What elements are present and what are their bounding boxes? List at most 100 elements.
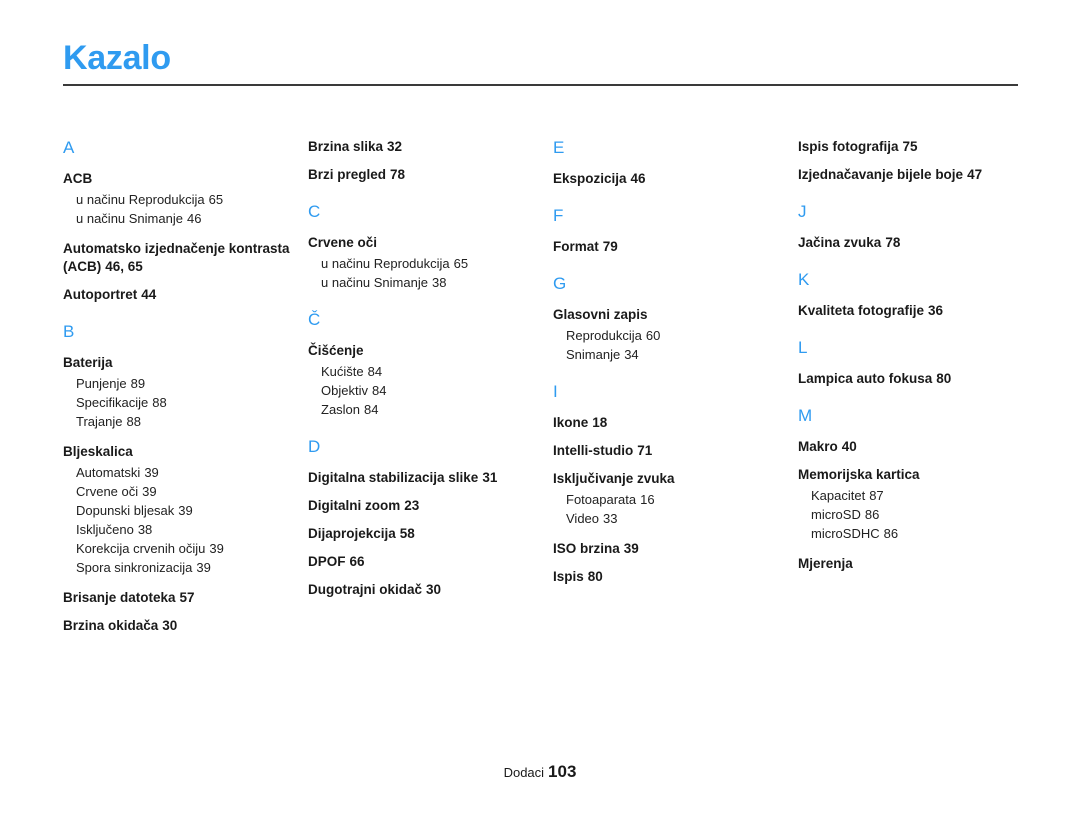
index-subentry[interactable]: Trajanje 88 [76, 412, 308, 431]
index-subentry-pages: 84 [367, 364, 383, 379]
page-footer: Dodaci 103 [0, 762, 1080, 782]
index-entry[interactable]: Brzi pregled 78 [308, 166, 553, 184]
index-entry[interactable]: Brzina slika 32 [308, 138, 553, 156]
index-entry-label: Izjednačavanje bijele boje [798, 167, 964, 182]
index-subentry[interactable]: Reprodukcija 60 [566, 326, 798, 345]
index-entry-label: Lampica auto fokusa [798, 371, 933, 386]
letter-heading: E [553, 138, 565, 157]
index-subentry[interactable]: u načinu Reprodukcija 65 [76, 190, 308, 209]
index-entry[interactable]: Makro 40 [798, 438, 1043, 456]
index-entry[interactable]: Mjerenja [798, 555, 1043, 573]
index-subentry[interactable]: Objektiv 84 [321, 381, 553, 400]
index-entry[interactable]: Izjednačavanje bijele boje 47 [798, 166, 1043, 184]
index-entry-label: Ispis fotografija [798, 139, 899, 154]
index-entry[interactable]: Brzina okidača 30 [63, 617, 308, 635]
index-subentry[interactable]: Spora sinkronizacija 39 [76, 558, 308, 577]
footer-section-label: Dodaci [503, 765, 545, 780]
index-entry[interactable]: DPOF 66 [308, 553, 553, 571]
index-entry-term: Dijaprojekcija 58 [308, 525, 553, 543]
index-entry[interactable]: Dugotrajni okidač 30 [308, 581, 553, 599]
index-entry[interactable]: Format 79 [553, 238, 798, 256]
index-entry[interactable]: Baterija Punjenje 89 Specifikacije 88 Trajanj… [63, 354, 308, 431]
index-subentry[interactable]: Automatski 39 [76, 463, 308, 482]
index-entry[interactable]: Ekspozicija 46 [553, 170, 798, 188]
index-entry[interactable]: Brisanje datoteka 57 [63, 589, 308, 607]
index-subentry-list: Punjenje 89 Specifikacije 88 Trajanje 88 [63, 374, 308, 431]
index-entry-term: Lampica auto fokusa 80 [798, 370, 1043, 388]
index-entry-term: Automatsko izjednačenje kontrasta (ACB) 4… [63, 240, 308, 276]
index-subentry[interactable]: u načinu Snimanje 38 [321, 273, 553, 292]
index-subentry-list: Fotoaparata 16 Video 33 [553, 490, 798, 528]
index-column: E Ekspozicija 46 F Format 79 G Glasovni zapis Re… [553, 138, 798, 596]
index-entry[interactable]: Bljeskalica Automatski 39 Crvene oči 39 Dopun… [63, 443, 308, 577]
index-subentry-pages: 88 [152, 395, 167, 410]
index-entry-term: Ikone 18 [553, 414, 798, 432]
index-subentry[interactable]: u načinu Reprodukcija 65 [321, 254, 553, 273]
index-entry-label: Jačina zvuka [798, 235, 882, 250]
index-entry-pages: 57 [179, 590, 195, 605]
index-subentry[interactable]: Isključeno 38 [76, 520, 308, 539]
index-subentry[interactable]: Video 33 [566, 509, 798, 528]
index-entry[interactable]: ACB u načinu Reprodukcija 65 u načinu Snima… [63, 170, 308, 228]
index-entry[interactable]: Digitalni zoom 23 [308, 497, 553, 515]
letter-group: C Crvene oči u načinu Reprodukcija 65 u nači… [308, 202, 553, 292]
index-entry-pages: 71 [637, 443, 653, 458]
index-entry[interactable]: Memorijska kartica Kapacitet 87 microSD 86 mi… [798, 466, 1043, 543]
index-subentry[interactable]: Zaslon 84 [321, 400, 553, 419]
index-subentry[interactable]: Punjenje 89 [76, 374, 308, 393]
index-entry[interactable]: Automatsko izjednačenje kontrasta (ACB) 4… [63, 240, 308, 276]
index-entry-term: ACB [63, 170, 308, 188]
index-subentry-pages: 86 [864, 507, 880, 522]
index-entry-term: Ispis fotografija 75 [798, 138, 1043, 156]
index-entry[interactable]: Intelli-studio 71 [553, 442, 798, 460]
index-entry[interactable]: Kvaliteta fotografije 36 [798, 302, 1043, 320]
letter-heading: Č [308, 310, 321, 329]
index-subentry[interactable]: Snimanje 34 [566, 345, 798, 364]
index-subentry-label: Snimanje [566, 347, 621, 362]
index-entry-pages: 30 [426, 582, 442, 597]
index-entry[interactable]: Čišćenje Kućište 84 Objektiv 84 Zaslon 84 [308, 342, 553, 419]
index-entry[interactable]: Crvene oči u načinu Reprodukcija 65 u način… [308, 234, 553, 292]
index-entry-term: Autoportret 44 [63, 286, 308, 304]
index-entry[interactable]: ISO brzina 39 [553, 540, 798, 558]
index-entry[interactable]: Ispis fotografija 75 [798, 138, 1043, 156]
index-entry[interactable]: Ispis 80 [553, 568, 798, 586]
index-entry-term: Digitalni zoom 23 [308, 497, 553, 515]
index-entry[interactable]: Isključivanje zvuka Fotoaparata 16 Video 33 [553, 470, 798, 528]
index-entry-label: Mjerenja [798, 556, 853, 571]
index-subentry[interactable]: Crvene oči 39 [76, 482, 308, 501]
index-entry[interactable]: Glasovni zapis Reprodukcija 60 Snimanje 34 [553, 306, 798, 364]
index-subentry[interactable]: Specifikacije 88 [76, 393, 308, 412]
index-subentry-pages: 89 [130, 376, 146, 391]
index-entry-term: Crvene oči [308, 234, 553, 252]
index-entry-label: Ispis [553, 569, 584, 584]
letter-heading: M [798, 406, 813, 425]
index-subentry-pages: 84 [364, 402, 379, 417]
index-entry[interactable]: Digitalna stabilizacija slike 31 [308, 469, 553, 487]
index-entry-label: Autoportret [63, 287, 138, 302]
index-subentry[interactable]: Korekcija crvenih očiju 39 [76, 539, 308, 558]
letter-group: L Lampica auto fokusa 80 [798, 338, 1043, 388]
index-subentry[interactable]: u načinu Snimanje 46 [76, 209, 308, 228]
index-entry[interactable]: Ikone 18 [553, 414, 798, 432]
letter-heading: J [798, 202, 807, 221]
index-entry[interactable]: Lampica auto fokusa 80 [798, 370, 1043, 388]
index-entry[interactable]: Dijaprojekcija 58 [308, 525, 553, 543]
index-subentry[interactable]: Kapacitet 87 [811, 486, 1043, 505]
index-subentry[interactable]: Dopunski bljesak 39 [76, 501, 308, 520]
index-entry-label: Ekspozicija [553, 171, 627, 186]
index-entry[interactable]: Jačina zvuka 78 [798, 234, 1043, 252]
index-subentry[interactable]: Fotoaparata 16 [566, 490, 798, 509]
index-subentry[interactable]: microSDHC 86 [811, 524, 1043, 543]
index-entry-pages: 44 [141, 287, 157, 302]
index-subentry[interactable]: microSD 86 [811, 505, 1043, 524]
index-entry-label: ACB [63, 171, 93, 186]
index-entry-pages: 31 [482, 470, 498, 485]
index-subentry-pages: 88 [126, 414, 141, 429]
letter-heading: A [63, 138, 75, 157]
index-subentry-label: Dopunski bljesak [76, 503, 175, 518]
index-subentry[interactable]: Kućište 84 [321, 362, 553, 381]
letter-group: D Digitalna stabilizacija slike 31 Digitaln… [308, 437, 553, 599]
index-entry[interactable]: Autoportret 44 [63, 286, 308, 304]
index-subentry-pages: 16 [640, 492, 655, 507]
